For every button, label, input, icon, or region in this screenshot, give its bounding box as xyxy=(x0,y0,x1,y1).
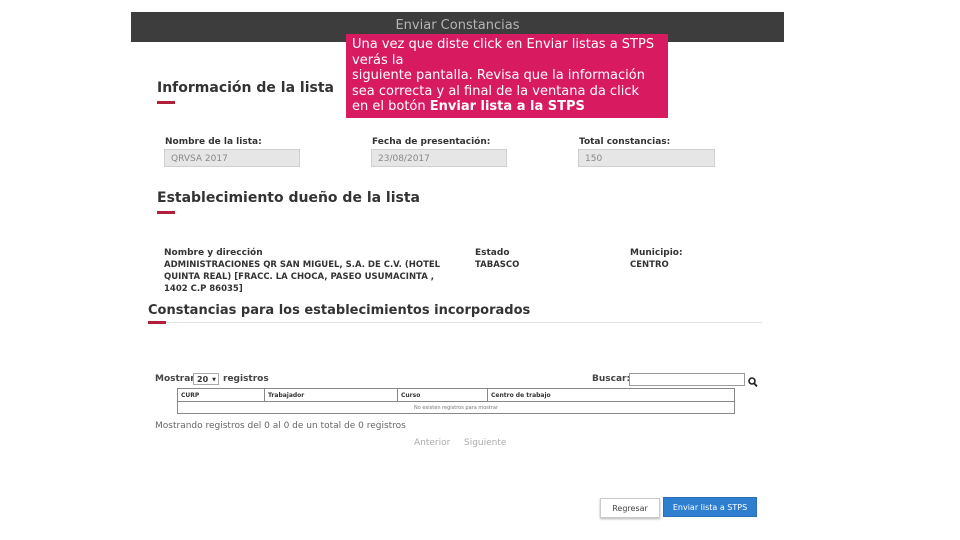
certificates-section-underline xyxy=(148,321,166,324)
page-size-select[interactable]: 20 ▼ xyxy=(193,373,219,385)
certificates-section-title: Constancias para los establecimientos in… xyxy=(148,303,531,318)
table-row: No existen registros para mostrar xyxy=(178,401,734,413)
records-label: registros xyxy=(223,374,269,384)
show-label: Mostrar xyxy=(155,374,195,384)
total-certificates-label: Total constancias: xyxy=(579,137,671,147)
list-name-field: QRVSA 2017 xyxy=(164,149,300,167)
callout-bold-text: Enviar lista a la STPS xyxy=(429,99,585,114)
next-page-button[interactable]: Siguiente xyxy=(464,438,506,448)
column-header-curp[interactable]: CURP xyxy=(178,389,265,402)
certificates-section-divider xyxy=(166,322,762,323)
owner-section-title: Establecimiento dueño de la lista xyxy=(157,190,421,206)
state-label: Estado xyxy=(475,248,510,258)
owner-section-underline xyxy=(157,211,175,214)
search-label: Buscar: xyxy=(592,374,631,384)
column-header-trabajador[interactable]: Trabajador xyxy=(264,389,398,402)
empty-table-message: No existen registros para mostrar xyxy=(178,401,734,413)
state-value: TABASCO xyxy=(475,260,520,270)
submission-date-label: Fecha de presentación: xyxy=(372,137,491,147)
info-section-underline xyxy=(157,101,175,104)
owner-name-label: Nombre y dirección xyxy=(164,248,263,258)
page-size-value: 20 xyxy=(197,375,209,384)
records-summary: Mostrando registros del 0 al 0 de un tot… xyxy=(155,421,406,431)
chevron-down-icon: ▼ xyxy=(212,377,216,383)
certificates-table-wrapper: CURP Trabajador Curso Centro de trabajo … xyxy=(177,388,735,414)
previous-page-button[interactable]: Anterior xyxy=(414,438,450,448)
column-header-centro[interactable]: Centro de trabajo xyxy=(487,389,734,402)
total-certificates-field: 150 xyxy=(578,149,715,167)
submission-date-field: 23/08/2017 xyxy=(371,149,507,167)
info-section-title: Información de la lista xyxy=(157,80,334,96)
list-name-label: Nombre de la lista: xyxy=(165,137,262,147)
window-title: Enviar Constancias xyxy=(395,18,520,33)
search-input[interactable] xyxy=(629,373,745,386)
search-icon[interactable] xyxy=(748,373,758,388)
column-header-curso[interactable]: Curso xyxy=(397,389,488,402)
owner-name-value: ADMINISTRACIONES QR SAN MIGUEL, S.A. DE … xyxy=(164,260,441,294)
municipality-label: Municipio: xyxy=(630,248,683,258)
instruction-callout: Una vez que diste click en Enviar listas… xyxy=(346,34,668,118)
back-button[interactable]: Regresar xyxy=(600,498,660,518)
table-header-row: CURP Trabajador Curso Centro de trabajo xyxy=(178,389,734,402)
municipality-value: CENTRO xyxy=(630,260,669,270)
send-list-button[interactable]: Enviar lista a STPS xyxy=(663,497,757,517)
certificates-table: CURP Trabajador Curso Centro de trabajo … xyxy=(178,389,734,413)
